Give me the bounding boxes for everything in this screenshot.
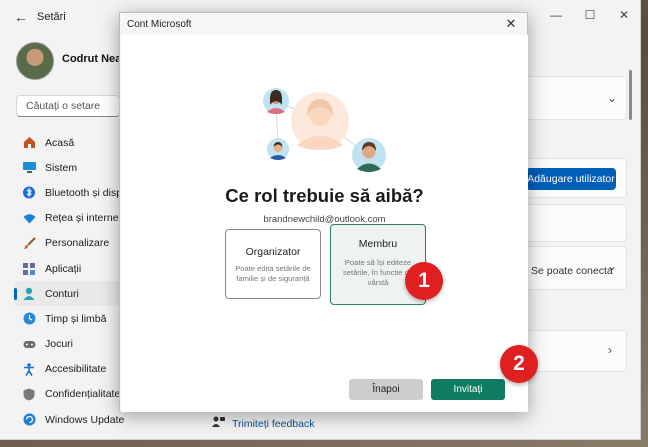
scrollbar[interactable] xyxy=(629,70,632,120)
sidebar-item-bluetooth[interactable]: Bluetooth și dispoz xyxy=(14,180,124,205)
sidebar-item-time-language[interactable]: Timp și limbă xyxy=(14,306,124,331)
role-name: Membru xyxy=(358,238,398,250)
sidebar-item-label: Sistem xyxy=(45,161,78,174)
sidebar-item-label: Accesibilitate xyxy=(45,363,107,376)
sidebar-item-label: Acasă xyxy=(45,136,75,149)
sidebar-item-label: Jocuri xyxy=(45,338,74,351)
globe-clock-icon xyxy=(22,312,36,326)
sidebar-item-network[interactable]: Rețea și internet xyxy=(14,206,124,231)
gamepad-icon xyxy=(22,337,36,351)
sidebar-item-accessibility[interactable]: Accesibilitate xyxy=(14,357,124,382)
invite-button[interactable]: Invitați xyxy=(431,379,505,400)
home-icon xyxy=(22,136,36,150)
sidebar-item-label: Aplicații xyxy=(45,262,82,275)
woman-avatar-icon xyxy=(263,88,289,114)
chevron-down-icon: ⌄ xyxy=(607,91,618,105)
sidebar-item-privacy[interactable]: Confidențialitate și xyxy=(14,382,124,407)
chevron-right-icon: › xyxy=(608,343,612,357)
dialog-heading: Ce rol trebuie să aibă? xyxy=(225,185,424,206)
wifi-icon xyxy=(22,211,36,225)
maximize-icon[interactable]: ☐ xyxy=(573,0,607,30)
dialog-title: Cont Microsoft xyxy=(127,19,192,30)
family-illustration xyxy=(263,88,386,172)
dialog-titlebar: Cont Microsoft ✕ xyxy=(120,13,527,35)
window-controls: — ☐ ✕ xyxy=(539,0,641,30)
system-icon xyxy=(22,161,36,175)
microsoft-account-dialog: Cont Microsoft ✕ Ce rol trebuie să aibă?… xyxy=(119,12,528,412)
role-name: Organizator xyxy=(245,246,301,258)
accessibility-icon xyxy=(22,362,36,376)
step-marker-2: 2 xyxy=(500,345,538,383)
apps-icon xyxy=(22,262,36,276)
back-button[interactable]: Înapoi xyxy=(349,379,423,400)
sidebar-item-label: Confidențialitate și xyxy=(45,388,124,401)
child-avatar-icon xyxy=(267,138,289,160)
role-card-organizer[interactable]: Organizator Poate edita setările de fami… xyxy=(225,229,321,299)
feedback-label: Trimiteți feedback xyxy=(232,418,315,430)
account-icon xyxy=(22,287,36,301)
sidebar-item-apps[interactable]: Aplicații xyxy=(14,256,124,281)
man-avatar-icon xyxy=(352,138,386,172)
sidebar-item-label: Personalizare xyxy=(45,237,110,250)
sidebar-item-gaming[interactable]: Jocuri xyxy=(14,332,124,357)
step-marker-1: 1 xyxy=(405,262,443,300)
shield-icon xyxy=(22,387,36,401)
search-input[interactable]: Căutați o setare xyxy=(16,95,120,117)
feedback-link[interactable]: Trimiteți feedback xyxy=(212,415,314,433)
sidebar-item-accounts[interactable]: Conturi xyxy=(14,281,124,307)
sidebar-item-system[interactable]: Sistem xyxy=(14,155,124,180)
brush-icon xyxy=(22,236,36,250)
sidebar-item-windows-update[interactable]: Windows Update xyxy=(14,407,124,432)
sidebar-item-label: Windows Update xyxy=(45,413,124,426)
feedback-icon xyxy=(212,415,225,433)
add-user-button[interactable]: Adăugare utilizator xyxy=(526,168,616,190)
can-connect-status: Se poate conecta xyxy=(531,265,613,277)
minimize-icon[interactable]: — xyxy=(539,0,573,30)
settings-title: Setări xyxy=(37,11,66,23)
dialog-body: Ce rol trebuie să aibă? brandnewchild@ou… xyxy=(121,35,528,412)
bluetooth-icon xyxy=(22,186,36,200)
role-description: Poate edita setările de familie și de si… xyxy=(235,264,311,283)
sidebar-item-home[interactable]: Acasă xyxy=(14,130,124,155)
sidebar-item-personalization[interactable]: Personalizare xyxy=(14,231,124,256)
sidebar-item-label: Bluetooth și dispoz xyxy=(45,186,124,199)
update-icon xyxy=(22,413,36,427)
sidebar-item-label: Conturi xyxy=(45,287,79,300)
back-arrow-icon[interactable]: ← xyxy=(14,9,28,25)
close-window-icon[interactable]: ✕ xyxy=(607,0,641,30)
parent-avatar-icon xyxy=(291,92,349,150)
invitee-email: brandnewchild@outlook.com xyxy=(263,214,386,225)
avatar xyxy=(16,42,54,80)
sidebar-item-label: Rețea și internet xyxy=(45,212,122,225)
sidebar-nav: Acasă Sistem Bluetooth și dispoz Rețea ș… xyxy=(14,130,124,432)
sidebar-item-label: Timp și limbă xyxy=(45,312,107,325)
close-icon[interactable]: ✕ xyxy=(503,16,519,32)
